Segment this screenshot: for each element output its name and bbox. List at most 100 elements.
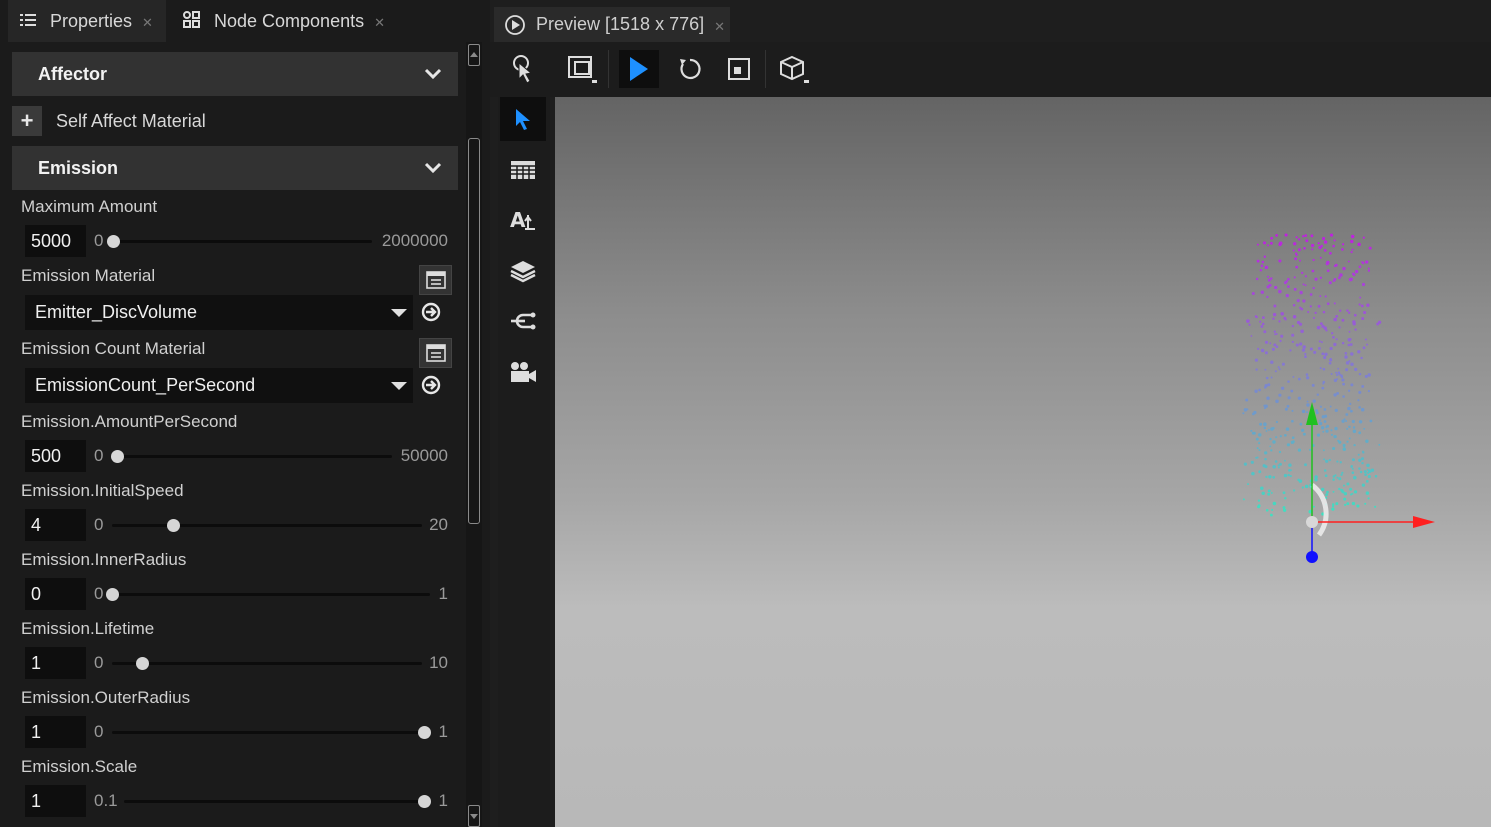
fit-view-button[interactable] (562, 50, 602, 88)
slider-thumb[interactable] (106, 588, 119, 601)
particle (1312, 258, 1315, 262)
particle (1322, 310, 1326, 314)
particle (1339, 273, 1343, 277)
initial-speed-input[interactable]: 4 (25, 509, 86, 541)
particle (1316, 433, 1321, 437)
particle (1286, 443, 1290, 447)
add-button[interactable]: + (12, 106, 42, 136)
layers-button[interactable] (500, 249, 546, 293)
particle (1353, 367, 1358, 372)
slider-thumb[interactable] (106, 235, 120, 248)
emission-material-dropdown[interactable]: Emitter_DiscVolume (25, 295, 413, 330)
x-axis-arrow-icon[interactable] (1413, 516, 1435, 528)
slider-thumb[interactable] (110, 450, 124, 463)
emission-section-header[interactable]: Emission (12, 146, 458, 190)
interact-button[interactable] (503, 50, 543, 88)
gizmo-center[interactable] (1306, 516, 1318, 528)
camera-button[interactable] (500, 350, 546, 394)
connections-button[interactable] (500, 299, 546, 343)
tab-node-components[interactable]: Node Components ✕ (178, 0, 385, 42)
particle (1312, 286, 1315, 290)
scroll-down-button[interactable] (468, 805, 480, 827)
inner-radius-slider[interactable] (112, 593, 430, 596)
particle (1333, 342, 1337, 347)
particle (1255, 315, 1258, 319)
edit-material-button[interactable] (419, 338, 452, 368)
scale-input[interactable]: 1 (25, 785, 86, 817)
particle (1361, 483, 1366, 487)
tab-properties[interactable]: Properties ✕ (8, 0, 166, 42)
particle (1333, 264, 1337, 268)
outer-radius-input[interactable]: 1 (25, 716, 86, 748)
particle (1342, 443, 1346, 447)
arrow-pointer-icon (516, 109, 530, 130)
particle (1378, 443, 1381, 446)
reset-icon[interactable] (420, 374, 442, 396)
particle (1281, 362, 1285, 366)
close-icon[interactable]: ✕ (142, 15, 153, 31)
particle (1257, 505, 1261, 509)
select-mode-button[interactable] (500, 97, 546, 141)
camera-view-button[interactable] (774, 50, 814, 88)
preview-viewport[interactable] (555, 97, 1491, 827)
emission-count-material-dropdown[interactable]: EmissionCount_PerSecond (25, 368, 413, 403)
text-tool-button[interactable]: A (500, 198, 546, 242)
particle (1374, 505, 1377, 508)
grid-button[interactable] (500, 148, 546, 192)
z-axis-handle-icon[interactable] (1306, 551, 1318, 563)
particle (1310, 243, 1315, 248)
particle (1331, 332, 1334, 335)
particle (1259, 268, 1263, 272)
particle (1255, 368, 1258, 371)
transform-gizmo[interactable] (1306, 402, 1435, 563)
lifetime-slider[interactable] (112, 662, 422, 665)
particle (1361, 261, 1365, 265)
particle (1354, 269, 1359, 274)
particle (1343, 497, 1347, 501)
particle (1316, 325, 1321, 330)
tab-preview[interactable]: Preview [1518 x 776] ✕ (494, 7, 730, 42)
particle (1348, 425, 1351, 428)
particle (1338, 440, 1342, 444)
amount-per-second-slider[interactable] (114, 455, 392, 458)
scroll-up-button[interactable] (468, 44, 480, 66)
particle (1333, 302, 1336, 305)
particle (1325, 459, 1329, 463)
particle (1254, 358, 1258, 362)
particle (1319, 367, 1322, 370)
particle (1270, 277, 1273, 280)
particle (1363, 310, 1367, 315)
scale-tool-button[interactable] (719, 50, 759, 88)
particle (1330, 429, 1333, 432)
particle (1266, 396, 1270, 400)
scroll-thumb[interactable] (468, 138, 480, 524)
edit-material-button[interactable] (419, 265, 452, 295)
particle (1280, 334, 1284, 338)
vertical-scrollbar[interactable] (466, 42, 482, 827)
scale-slider[interactable] (124, 800, 430, 803)
affector-section-header[interactable]: Affector (12, 52, 458, 96)
amount-per-second-input[interactable]: 500 (25, 440, 86, 472)
particle (1353, 313, 1357, 317)
select-tool-button[interactable] (619, 50, 659, 88)
close-icon[interactable]: ✕ (714, 19, 725, 35)
maximum-amount-input[interactable]: 5000 (25, 225, 86, 257)
maximum-amount-slider[interactable] (112, 240, 372, 243)
particle (1326, 269, 1330, 273)
particle (1306, 403, 1310, 407)
lifetime-input[interactable]: 1 (25, 647, 86, 679)
rotate-tool-button[interactable] (670, 50, 710, 88)
particle (1319, 276, 1323, 279)
particle (1260, 486, 1264, 491)
particle (1332, 335, 1335, 339)
slider-thumb[interactable] (136, 657, 150, 670)
particle (1365, 439, 1369, 443)
initial-speed-slider[interactable] (112, 524, 422, 527)
inner-radius-input[interactable]: 0 (25, 578, 86, 610)
particle (1358, 458, 1362, 462)
outer-radius-slider[interactable] (112, 731, 430, 734)
slider-thumb[interactable] (166, 519, 180, 532)
reset-icon[interactable] (420, 301, 442, 323)
particle (1319, 322, 1323, 326)
close-icon[interactable]: ✕ (374, 15, 385, 31)
